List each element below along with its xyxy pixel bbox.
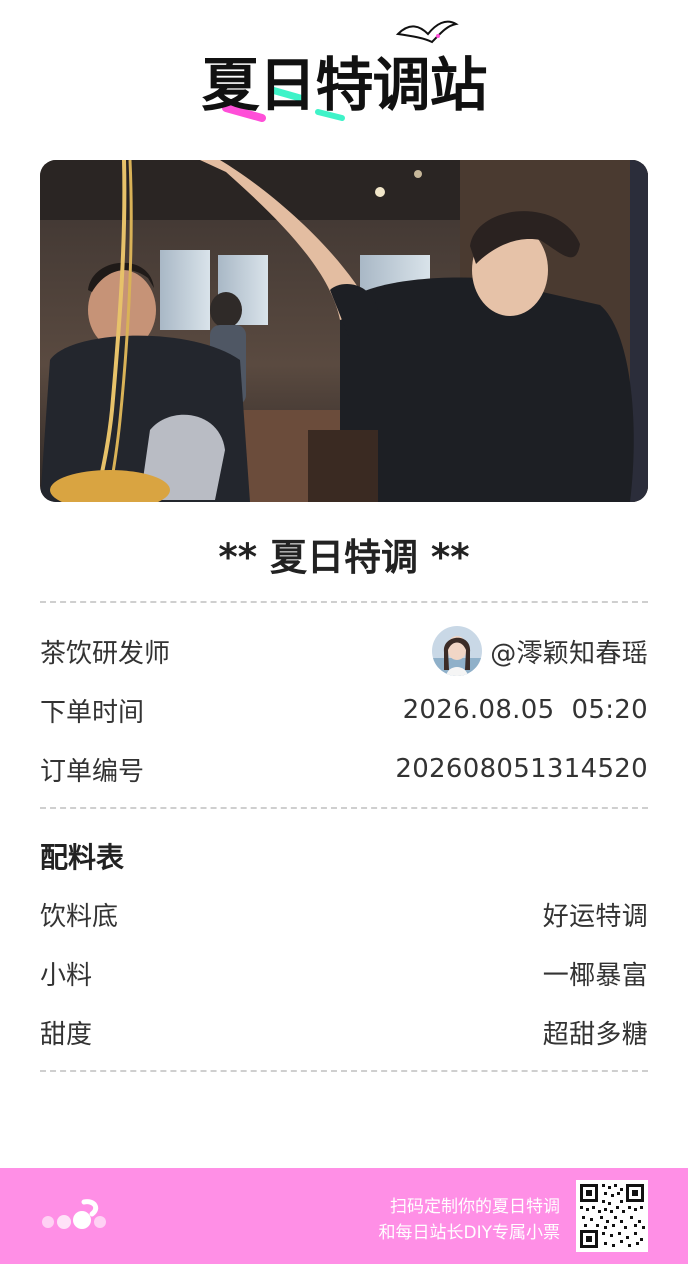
photo-image [40,160,648,502]
author-label: 茶饮研发师 [40,638,171,669]
recipe-value: 一椰暴富 [542,960,648,991]
recipe-row-sweetness: 甜度 超甜多糖 [40,1010,648,1054]
recipe-title: 配料表 [40,841,125,874]
row-author: 茶饮研发师 @澪颖知春瑶 [40,626,648,676]
recipe-row-base: 饮料底 好运特调 [40,892,648,936]
app-logo-icon [42,1199,106,1229]
recipe-label: 饮料底 [40,901,119,932]
avatar[interactable] [432,626,483,676]
footer-text: 扫码定制你的夏日特调 和每日站长DIY专属小票 [379,1194,561,1246]
divider [40,807,648,809]
footer-line-1: 扫码定制你的夏日特调 [390,1197,560,1217]
logo-title: 夏日特调站 [201,51,487,119]
qr-code[interactable] [576,1180,648,1252]
row-order-number: 订单编号 202608051314520 [40,747,648,791]
divider [40,1070,648,1072]
divider [40,601,648,603]
order-number-label: 订单编号 [40,756,145,787]
author-name[interactable]: @澪颖知春瑶 [490,633,648,670]
seagull-icon [395,20,459,44]
recipe-value: 超甜多糖 [542,1019,648,1050]
order-number-value: 202608051314520 [395,754,648,784]
receipt-title: ** 夏日特调 ** [218,536,470,579]
brand-logo: 夏日特调站 [0,14,688,126]
recipe-value: 好运特调 [542,901,648,932]
order-time-value: 2026.08.05 05:20 [402,695,648,725]
recipe-label: 甜度 [40,1019,93,1050]
order-time-label: 下单时间 [40,697,145,728]
avatar-image [432,626,483,676]
qr-code-icon [576,1180,648,1252]
row-order-time: 下单时间 2026.08.05 05:20 [40,688,648,732]
recipe-row-topping: 小料 一椰暴富 [40,951,648,995]
recipe-label: 小料 [40,960,93,991]
footer-banner: 扫码定制你的夏日特调 和每日站长DIY专属小票 [0,1168,688,1264]
footer-line-2: 和每日站长DIY专属小票 [378,1223,561,1243]
drink-photo [40,160,648,502]
author-info[interactable]: @澪颖知春瑶 [432,626,648,676]
